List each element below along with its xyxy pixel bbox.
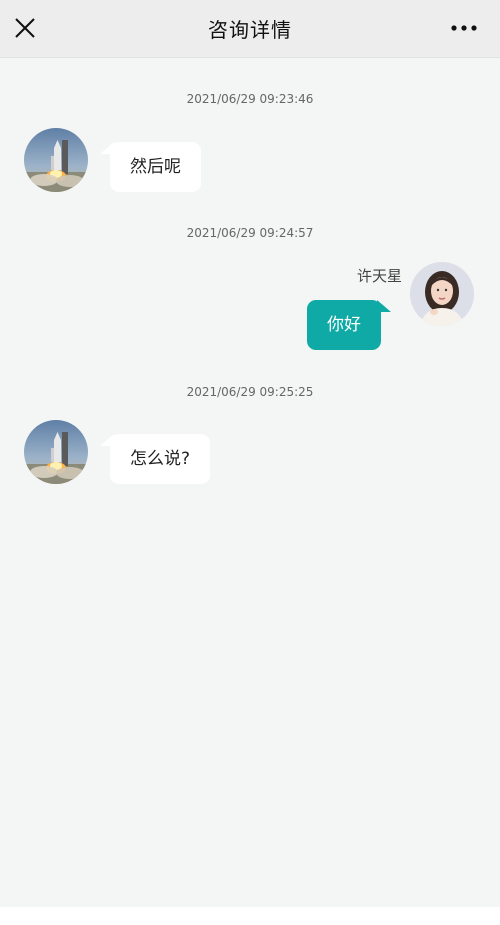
sender-name: 许天星 [356, 267, 402, 285]
woman-portrait-avatar[interactable] [410, 262, 474, 326]
more-dots-icon [451, 25, 477, 31]
top-bar: 咨询详情 [0, 0, 500, 58]
consult-detail-screen: 咨询详情 2021/06/29 09:23:46 然后呢 2021/06/29 … [0, 0, 500, 925]
message-bubble[interactable]: 然后呢 [100, 142, 201, 192]
bottom-bar [0, 907, 500, 925]
rocket-launch-avatar[interactable] [24, 420, 88, 484]
message-timestamp: 2021/06/29 09:25:25 [186, 385, 314, 399]
message-timestamp: 2021/06/29 09:23:46 [186, 92, 314, 106]
message-bubble[interactable]: 怎么说? [99, 434, 211, 484]
rocket-launch-avatar[interactable] [24, 128, 88, 192]
more-button[interactable] [450, 20, 478, 36]
chat-area[interactable]: 2021/06/29 09:23:46 然后呢 2021/06/29 09:24… [0, 58, 500, 907]
message-bubble[interactable]: 你好 [307, 300, 391, 350]
page-title: 咨询详情 [208, 18, 292, 42]
message-timestamp: 2021/06/29 09:24:57 [186, 226, 314, 240]
